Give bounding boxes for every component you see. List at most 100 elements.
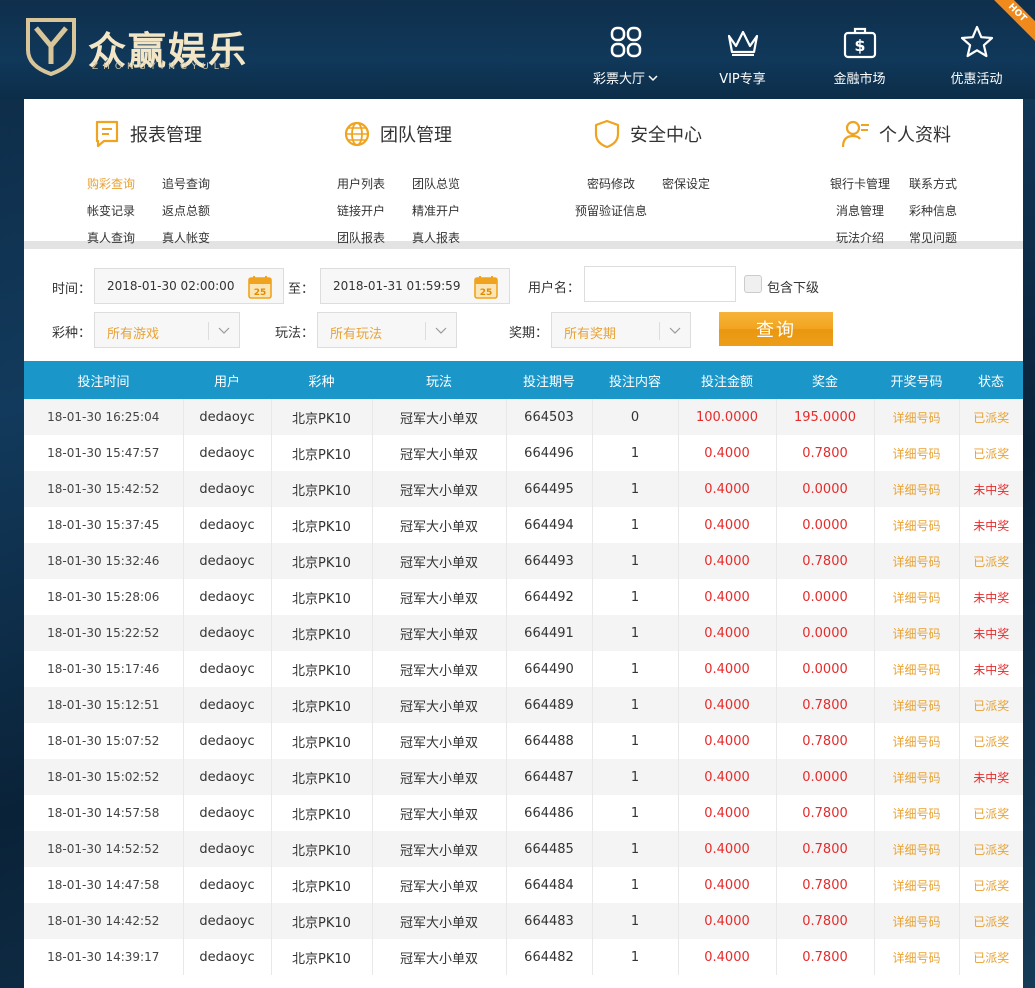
cell-lottery: 北京PK10 [271,543,373,579]
play-select[interactable]: 所有玩法 [317,312,457,348]
link-password-change[interactable]: 密码修改 [587,175,635,192]
table-row: 18-01-30 15:42:52 dedaoyc 北京PK10 冠军大小单双 6644… [24,471,1023,507]
cell-prize: 0.0000 [776,579,875,615]
cell-prize: 0.7800 [776,795,875,831]
cell-status: 未中奖 [959,651,1023,687]
table-row: 18-01-30 14:57:58 dedaoyc 北京PK10 冠军大小单双 6644… [24,795,1023,831]
menu-security-title[interactable]: 安全中心 [592,119,702,149]
link-team-report[interactable]: 团队报表 [337,229,385,246]
link-link-signup[interactable]: 链接开户 [337,202,385,219]
draw-detail-link[interactable]: 详细号码 [874,435,960,471]
draw-detail-link[interactable]: 详细号码 [874,903,960,939]
link-account-changes[interactable]: 帐变记录 [87,202,135,219]
cell-content: 1 [592,939,679,975]
cell-amount: 0.4000 [678,543,777,579]
end-date-input[interactable]: 2018-01-31 01:59:59 25 [320,268,510,304]
draw-detail-link[interactable]: 详细号码 [874,507,960,543]
cell-period: 664488 [506,723,593,759]
draw-detail-link[interactable]: 详细号码 [874,723,960,759]
table-row: 18-01-30 15:32:46 dedaoyc 北京PK10 冠军大小单双 6644… [24,543,1023,579]
cell-user: dedaoyc [183,831,272,867]
calendar-icon[interactable]: 25 [247,274,273,300]
brand-logo[interactable]: 众赢娱乐 ZHONGYINGYULE [24,14,264,80]
link-messages[interactable]: 消息管理 [836,202,884,219]
link-bank-cards[interactable]: 银行卡管理 [830,175,890,192]
link-team-overview[interactable]: 团队总览 [412,175,460,192]
lottery-select[interactable]: 所有游戏 [94,312,240,348]
cell-bet-time: 18-01-30 15:47:57 [24,435,184,471]
draw-detail-link[interactable]: 详细号码 [874,795,960,831]
draw-detail-link[interactable]: 详细号码 [874,399,960,435]
table-header-row: 投注时间 用户 彩种 玩法 投注期号 投注内容 投注金额 奖金 开奖号码 状态 [24,361,1023,399]
draw-detail-link[interactable]: 详细号码 [874,471,960,507]
draw-detail-link[interactable]: 详细号码 [874,831,960,867]
nav-vip-label: VIP专享 [719,72,766,87]
cell-status: 已派奖 [959,795,1023,831]
draw-detail-link[interactable]: 详细号码 [874,543,960,579]
link-live-query[interactable]: 真人查询 [87,229,135,246]
include-sub-checkbox[interactable] [744,275,762,293]
cell-user: dedaoyc [183,651,272,687]
col-lottery: 彩种 [271,361,372,399]
query-button[interactable]: 查询 [719,312,833,346]
calendar-icon[interactable]: 25 [473,274,499,300]
link-play-guide[interactable]: 玩法介绍 [836,229,884,246]
link-rebate-total[interactable]: 返点总额 [162,202,210,219]
svg-text:25: 25 [254,288,267,298]
table-row: 18-01-30 14:52:52 dedaoyc 北京PK10 冠军大小单双 6644… [24,831,1023,867]
cell-lottery: 北京PK10 [271,399,373,435]
link-lottery-info[interactable]: 彩种信息 [909,202,957,219]
menu-team-title[interactable]: 团队管理 [342,119,452,149]
cell-content: 1 [592,579,679,615]
cell-period: 664503 [506,399,593,435]
draw-detail-link[interactable]: 详细号码 [874,939,960,975]
username-input[interactable] [584,266,736,302]
cell-user: dedaoyc [183,939,272,975]
nav-promotions[interactable]: 优惠活动 HOT [918,0,1035,99]
draw-detail-link[interactable]: 详细号码 [874,759,960,795]
cell-content: 1 [592,471,679,507]
table-row: 18-01-30 15:02:52 dedaoyc 北京PK10 冠军大小单双 6644… [24,759,1023,795]
cell-content: 1 [592,543,679,579]
link-bet-query[interactable]: 购彩查询 [87,175,135,192]
cell-amount: 0.4000 [678,903,777,939]
cell-period: 664494 [506,507,593,543]
cell-bet-time: 18-01-30 16:25:04 [24,399,184,435]
menu-profile-title[interactable]: 个人资料 [841,119,951,149]
col-play: 玩法 [372,361,506,399]
link-faq[interactable]: 常见问题 [909,229,957,246]
link-precise-signup[interactable]: 精准开户 [412,202,460,219]
cell-lottery: 北京PK10 [271,471,373,507]
link-chase-query[interactable]: 追号查询 [162,175,210,192]
nav-lottery-hall[interactable]: 彩票大厅 [567,0,684,99]
menu-report-title[interactable]: 报表管理 [92,119,202,149]
table-body: 18-01-30 16:25:04 dedaoyc 北京PK10 冠军大小单双 6645… [24,399,1023,975]
menu-security: 安全中心 密码修改 密保设定 预留验证信息 [572,99,772,249]
link-contact[interactable]: 联系方式 [909,175,957,192]
cell-status: 已派奖 [959,723,1023,759]
cell-content: 1 [592,615,679,651]
start-date-input[interactable]: 2018-01-30 02:00:00 25 [94,268,284,304]
draw-detail-link[interactable]: 详细号码 [874,651,960,687]
username-label: 用户名： [528,281,581,296]
link-user-list[interactable]: 用户列表 [337,175,385,192]
cell-status: 已派奖 [959,867,1023,903]
cell-amount: 100.0000 [678,399,777,435]
draw-detail-link[interactable]: 详细号码 [874,579,960,615]
cell-lottery: 北京PK10 [271,759,373,795]
link-reserved-verification[interactable]: 预留验证信息 [575,202,647,219]
col-prize: 奖金 [776,361,874,399]
cell-amount: 0.4000 [678,507,777,543]
nav-vip[interactable]: VIP专享 [684,0,801,99]
cell-amount: 0.4000 [678,615,777,651]
draw-detail-link[interactable]: 详细号码 [874,687,960,723]
link-live-changes[interactable]: 真人帐变 [162,229,210,246]
cell-prize: 0.0000 [776,615,875,651]
draw-detail-link[interactable]: 详细号码 [874,615,960,651]
link-live-report[interactable]: 真人报表 [412,229,460,246]
link-security-question[interactable]: 密保设定 [662,175,710,192]
svg-text:$: $ [854,36,865,55]
period-select[interactable]: 所有奖期 [551,312,691,348]
draw-detail-link[interactable]: 详细号码 [874,867,960,903]
nav-finance[interactable]: $ 金融市场 [801,0,918,99]
